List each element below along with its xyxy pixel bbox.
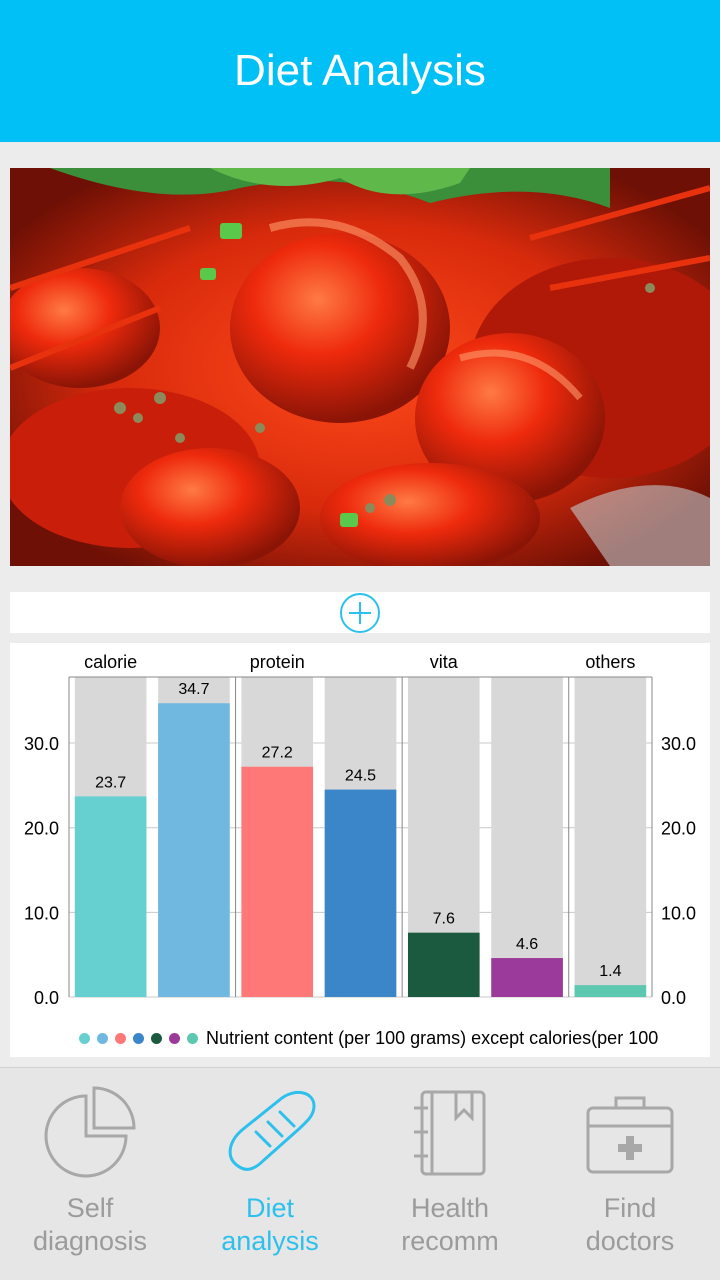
bar xyxy=(241,766,314,997)
data-label: 34.7 xyxy=(178,681,209,698)
bar xyxy=(407,932,480,997)
food-photo xyxy=(10,168,710,566)
legend-swatch xyxy=(133,1032,144,1044)
tab-label: Self diagnosis xyxy=(32,1193,148,1256)
category-label: protein xyxy=(250,652,305,672)
legend-swatch xyxy=(97,1032,108,1044)
y-tick-label-left: 30.0 xyxy=(24,734,59,754)
tab-label: Find doctors xyxy=(585,1193,675,1256)
add-food-button[interactable] xyxy=(10,592,710,633)
tab-self-diagnosis[interactable]: Self diagnosis xyxy=(0,1068,180,1280)
bar xyxy=(158,703,230,997)
data-label: 1.4 xyxy=(599,963,621,980)
tab-diet-analysis[interactable]: Diet analysis xyxy=(180,1068,360,1280)
data-label: 7.6 xyxy=(433,911,455,928)
bottom-tab-bar: Self diagnosis Diet analysis Health reco… xyxy=(0,1067,720,1280)
category-label: vita xyxy=(430,652,459,672)
y-tick-label-right: 0.0 xyxy=(661,988,686,1008)
legend-swatch xyxy=(115,1032,126,1044)
app-header: Diet Analysis xyxy=(0,0,720,142)
page-title: Diet Analysis xyxy=(234,46,486,95)
bar-background xyxy=(574,677,647,997)
y-tick-label-left: 10.0 xyxy=(24,903,59,923)
bar xyxy=(324,789,397,997)
plus-circle-icon xyxy=(340,592,380,633)
y-tick-label-right: 30.0 xyxy=(661,734,696,754)
bar xyxy=(491,958,563,997)
data-label: 27.2 xyxy=(262,745,293,762)
nutrient-chart: 23.7 34.7 27.2 24.5 7.6 4.6 1.4 calorie protein v… xyxy=(10,643,710,1057)
bread-icon xyxy=(220,1084,320,1184)
y-tick-label-right: 20.0 xyxy=(661,819,696,839)
bar xyxy=(74,796,147,997)
bar-chart: 23.7 34.7 27.2 24.5 7.6 4.6 1.4 calorie protein v… xyxy=(24,652,696,1008)
data-label: 23.7 xyxy=(95,774,126,791)
legend-swatch xyxy=(151,1032,162,1044)
y-tick-label-left: 0.0 xyxy=(34,988,59,1008)
legend-swatches xyxy=(79,1032,205,1044)
legend-text: Nutrient content (per 100 grams) except … xyxy=(206,1027,659,1048)
legend-swatch xyxy=(169,1032,180,1044)
category-label: calorie xyxy=(84,652,137,672)
tab-label: Health recomm xyxy=(401,1193,499,1256)
data-label: 4.6 xyxy=(516,936,538,953)
y-tick-label-left: 20.0 xyxy=(24,819,59,839)
category-label: others xyxy=(585,652,635,672)
notebook-icon xyxy=(400,1084,500,1184)
tab-health-recomm[interactable]: Health recomm xyxy=(360,1068,540,1280)
tab-label: Diet analysis xyxy=(221,1193,319,1256)
y-tick-label-right: 10.0 xyxy=(661,903,696,923)
bar xyxy=(574,985,647,997)
data-label: 24.5 xyxy=(345,768,376,785)
pie-chart-icon xyxy=(40,1084,140,1184)
legend-swatch xyxy=(79,1032,90,1044)
crayfish-image xyxy=(10,168,710,566)
medical-kit-icon xyxy=(580,1084,680,1184)
tab-find-doctors[interactable]: Find doctors xyxy=(540,1068,720,1280)
legend-swatch xyxy=(187,1032,198,1044)
chart-legend: Nutrient content (per 100 grams) except … xyxy=(10,1026,710,1050)
